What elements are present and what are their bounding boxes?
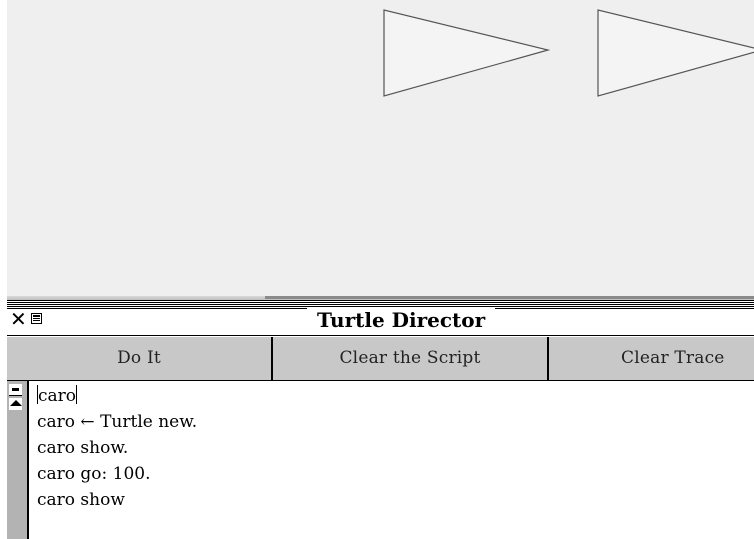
window-title: Turtle Director [307,307,496,333]
collapse-icon[interactable] [31,313,42,324]
button-bar: Do It Clear the Script Clear Trace [7,337,754,381]
script-line-text: caro [38,386,77,406]
close-icon[interactable]: ✕ [10,309,27,329]
script-line: caro [37,383,737,409]
turtle-shape-second [597,9,754,97]
turtle-canvas[interactable] [7,0,754,296]
script-line: caro show [37,490,125,510]
clear-script-button[interactable]: Clear the Script [273,337,549,380]
title-divider [7,335,754,336]
script-line: caro show. [37,438,129,458]
scroll-up-icon[interactable] [9,384,22,396]
clear-trace-button[interactable]: Clear Trace [549,337,754,380]
turtle-director-window: ✕ Turtle Director Do It Clear the Script… [7,300,754,539]
script-line: caro ← Turtle new. [37,412,198,432]
do-it-button[interactable]: Do It [7,337,273,380]
script-scrollbar[interactable] [7,381,29,539]
title-bar[interactable]: ✕ Turtle Director [7,300,754,337]
text-cursor-end [76,385,78,404]
turtle-shape-first [383,9,551,97]
script-editor[interactable]: caro caro ← Turtle new. caro show. caro … [37,383,737,539]
script-line: caro go: 100. [37,464,151,484]
scroll-top-icon[interactable] [9,398,22,410]
